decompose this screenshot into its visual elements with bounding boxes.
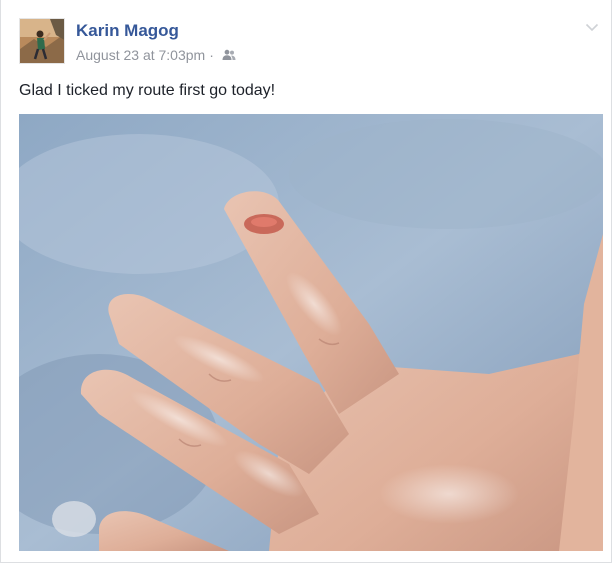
post-card: Karin Magog August 23 at 7:03pm · Glad I…: [0, 0, 612, 563]
post-photo[interactable]: [19, 114, 603, 551]
post-meta: August 23 at 7:03pm ·: [76, 46, 236, 64]
post-timestamp[interactable]: August 23 at 7:03pm: [76, 47, 205, 63]
chevron-down-icon[interactable]: [583, 20, 601, 34]
friends-icon[interactable]: [222, 49, 236, 61]
author-name-link[interactable]: Karin Magog: [76, 21, 179, 41]
author-avatar[interactable]: [19, 18, 65, 64]
meta-separator: ·: [209, 47, 214, 63]
post-message: Glad I ticked my route first go today!: [19, 82, 276, 99]
avatar-image: [20, 19, 64, 63]
